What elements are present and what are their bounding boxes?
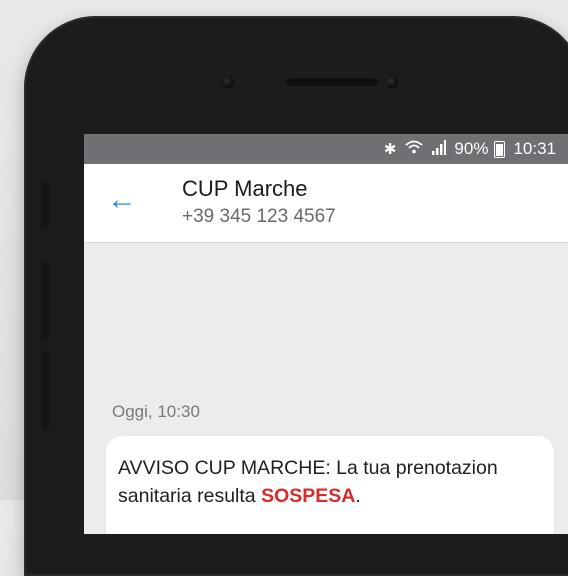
signal-icon [432,139,447,159]
status-bar: ✱ 90% 10:31 [84,134,568,164]
contact-name: CUP Marche [182,176,308,201]
earpiece-speaker [286,78,378,86]
wifi-icon [404,139,424,159]
front-camera-icon [222,76,234,88]
contact-phone: +39 345 123 4567 [182,206,336,227]
message-text: AVVISO CUP MARCHE: La tua prenotazion sa… [118,454,542,510]
phone-side-button [41,181,49,229]
battery-icon [494,140,506,158]
phone-side-button [41,351,49,431]
battery-percent: 90% [454,139,489,158]
phone-screen: ✱ 90% 10:31 ← CUP Marche +39 345 123 456… [84,134,568,534]
message-timestamp: Oggi, 10:30 [112,402,200,421]
back-button[interactable]: ← [104,182,140,218]
message-text-part: . [355,485,361,507]
phone-side-button [41,261,49,341]
conversation-header: ← CUP Marche +39 345 123 4567 [84,164,568,243]
message-highlight: SOSPESA [261,485,356,507]
message-bubble[interactable]: AVVISO CUP MARCHE: La tua prenotazion sa… [106,436,554,534]
sensor-icon [386,76,398,88]
status-time: 10:31 [513,139,556,158]
arrow-left-icon: ← [107,183,137,216]
phone-frame: ✱ 90% 10:31 ← CUP Marche +39 345 123 456… [24,16,568,576]
bluetooth-icon: ✱ [383,141,397,158]
